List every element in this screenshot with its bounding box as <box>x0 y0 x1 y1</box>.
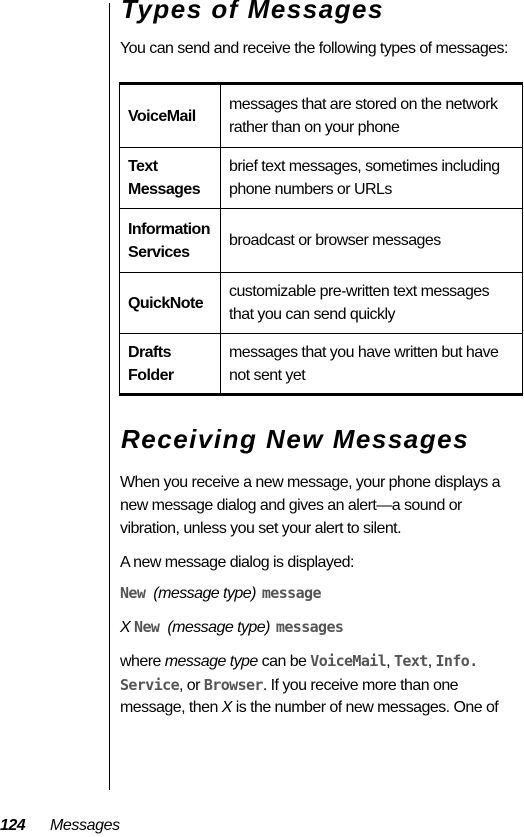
label-line: Services <box>128 243 190 261</box>
description-line: messages that are stored on the network <box>229 96 498 113</box>
dialog-example-multiple: X New (message type) messages <box>120 616 344 639</box>
label-line: Text <box>128 158 158 175</box>
display-text-voicemail: VoiceMail <box>310 652 387 670</box>
display-text-new: New <box>134 618 160 636</box>
text: , or <box>179 676 204 694</box>
paragraph-line: message, then X is the number of new mes… <box>120 697 499 720</box>
display-text-new: New <box>120 584 146 602</box>
display-text-message: message <box>261 584 322 602</box>
message-types-table: VoiceMail messages that are stored on th… <box>119 82 523 396</box>
table-row: Information Services broadcast or browse… <box>119 208 523 273</box>
description-line: customizable pre-written text messages <box>229 283 490 300</box>
type-label: Drafts Folder <box>119 333 221 395</box>
type-label: Text Messages <box>119 147 221 209</box>
heading-types-of-messages: Types of Messages <box>121 0 384 24</box>
display-text-messages: messages <box>275 618 344 636</box>
type-label: Information Services <box>119 208 221 273</box>
text: where <box>120 653 165 670</box>
description-line: broadcast or browser messages <box>229 232 441 249</box>
placeholder-count: X <box>120 619 131 636</box>
placeholder-message-type: (message type) <box>167 619 270 636</box>
text: message, then <box>120 699 222 716</box>
label-line: Information <box>128 220 211 238</box>
heading-receiving-new-messages: Receiving New Messages <box>121 424 470 454</box>
description-line: rather than on your phone <box>229 119 400 136</box>
text: , <box>427 653 436 670</box>
description-line: brief text messages, sometimes including <box>229 158 500 175</box>
type-description: messages that are stored on the network … <box>220 83 523 148</box>
dialog-example-single: New (message type) message <box>120 582 321 605</box>
page-number: 124 <box>0 817 26 834</box>
intro-text: You can send and receive the following t… <box>120 40 508 57</box>
text: , <box>386 653 394 670</box>
description-line: messages that you have written but have <box>229 343 499 361</box>
label-line: Folder <box>128 366 174 384</box>
label-line: QuickNote <box>128 294 204 312</box>
display-text-info: Info. <box>435 652 479 670</box>
type-label: VoiceMail <box>119 83 221 148</box>
description-line: not sent yet <box>229 366 306 384</box>
display-text-browser: Browser <box>203 675 264 694</box>
paragraph-message-type-explanation: where message type can be VoiceMail, Tex… <box>120 650 499 720</box>
term-message-type: message type <box>164 653 259 670</box>
paragraph-line: Service, or Browser. If you receive more… <box>120 674 498 698</box>
paragraph-line: When you receive a new message, your pho… <box>120 474 501 491</box>
paragraph-line: where message type can be VoiceMail, Tex… <box>120 650 498 674</box>
type-description: messages that you have written but have … <box>220 333 523 395</box>
type-label: QuickNote <box>119 272 221 334</box>
table-row: VoiceMail messages that are stored on th… <box>119 83 523 148</box>
term-x: X <box>221 699 233 716</box>
label-line: VoiceMail <box>128 107 196 125</box>
display-text-service: Service <box>120 675 180 694</box>
description-line: phone numbers or URLs <box>229 181 392 198</box>
margin-rule <box>109 3 110 790</box>
page-footer: 124 Messages <box>0 815 120 837</box>
type-description: customizable pre-written text messages t… <box>220 272 523 334</box>
description-line: that you can send quickly <box>229 306 395 323</box>
paragraph-new-message-alert: When you receive a new message, your pho… <box>120 471 501 540</box>
label-line: Messages <box>128 181 201 198</box>
label-line: Drafts <box>128 343 171 361</box>
section-name: Messages <box>50 817 120 834</box>
table-row: QuickNote customizable pre-written text … <box>119 272 523 334</box>
text: is the number of new messages. One of <box>231 699 499 716</box>
text: can be <box>257 653 311 670</box>
type-description: broadcast or browser messages <box>220 208 523 273</box>
table-row: Text Messages brief text messages, somet… <box>119 147 523 209</box>
paragraph-line: new message dialog and gives an alert—a … <box>120 497 462 514</box>
display-text-text: Text <box>393 652 428 670</box>
paragraph-line: vibration, unless you set your alert to … <box>120 520 402 537</box>
text: . If you receive more than one <box>262 676 459 694</box>
placeholder-message-type: (message type) <box>153 585 256 602</box>
paragraph-dialog-displayed: A new message dialog is displayed: <box>120 554 354 571</box>
type-description: brief text messages, sometimes including… <box>220 147 523 209</box>
table-row: Drafts Folder messages that you have wri… <box>119 333 523 395</box>
